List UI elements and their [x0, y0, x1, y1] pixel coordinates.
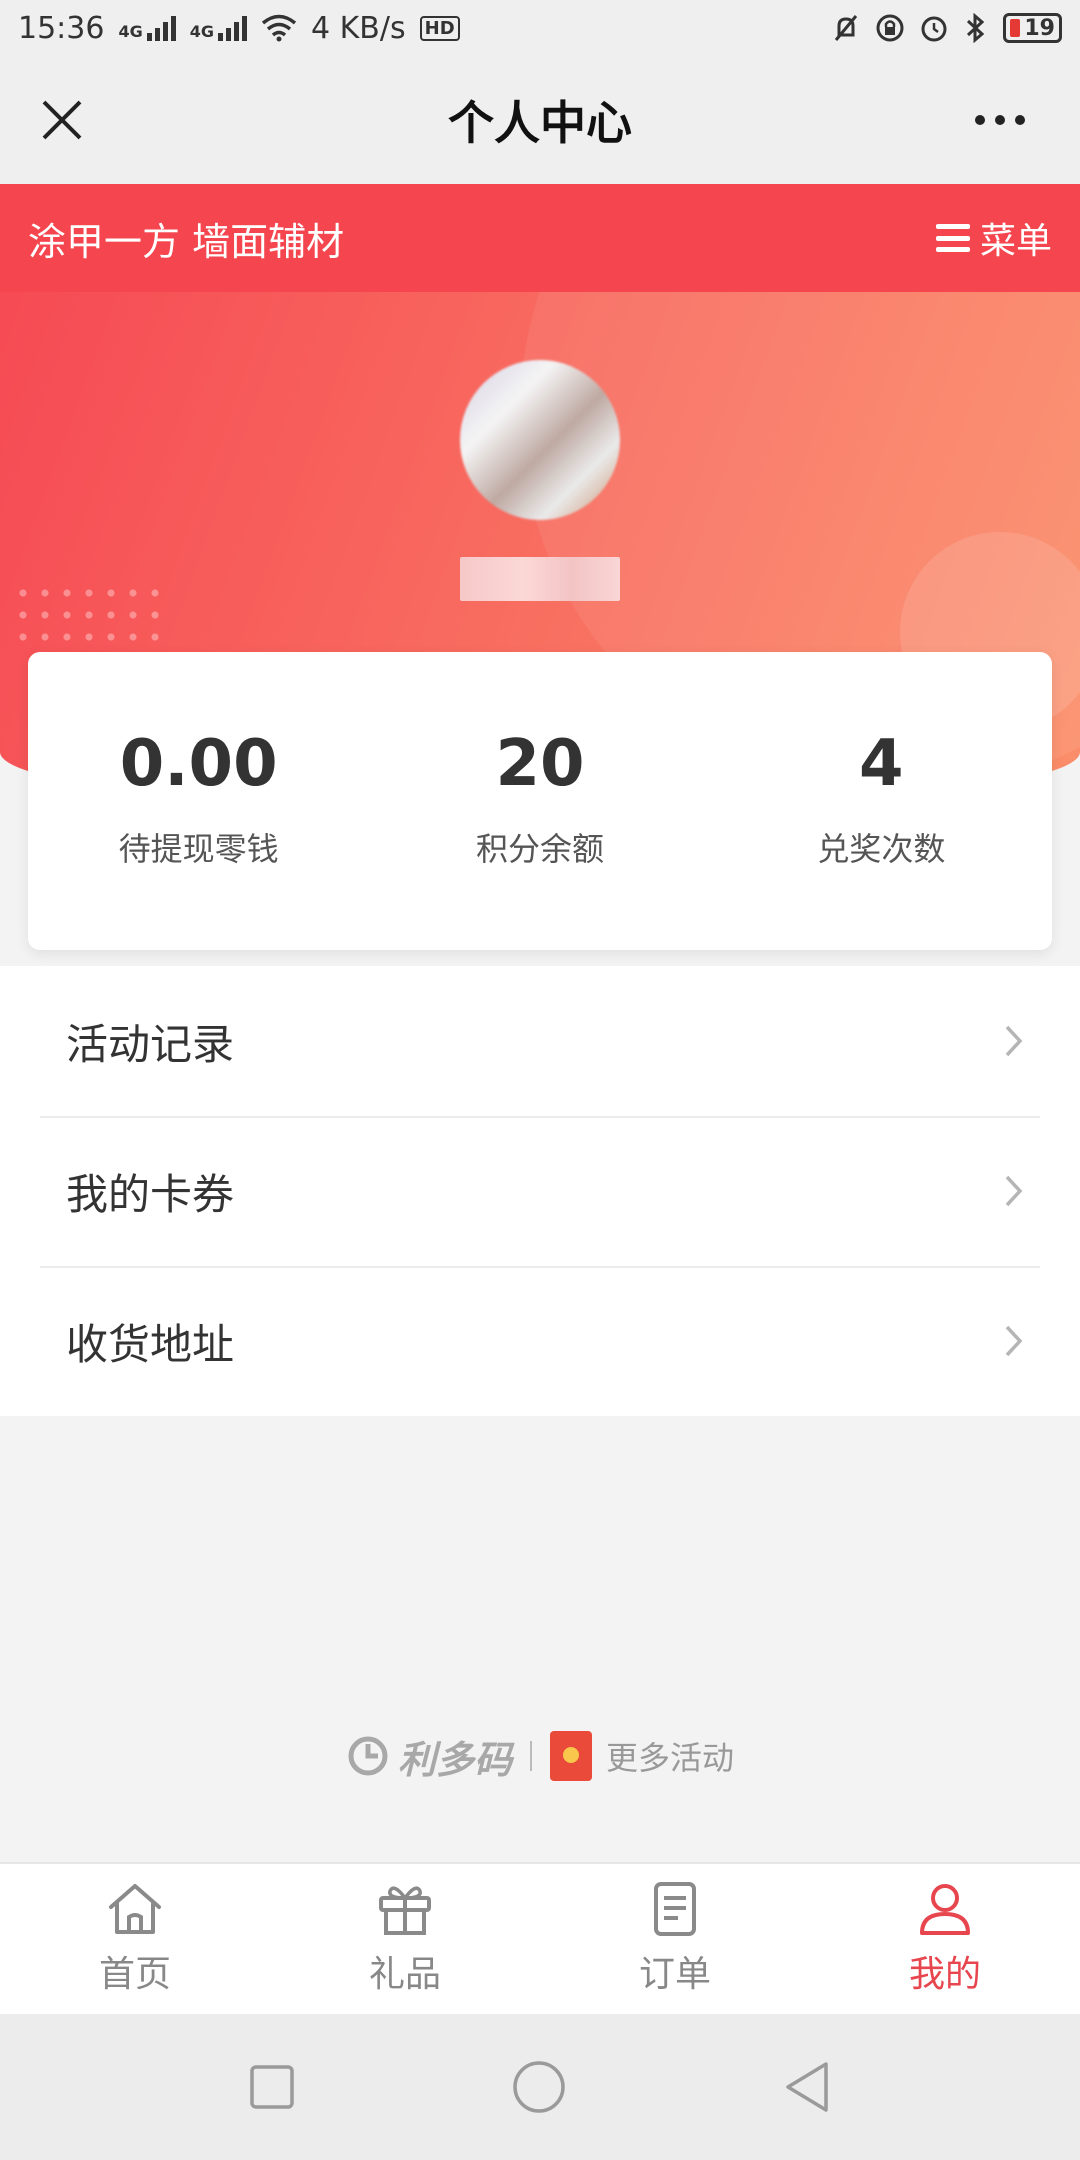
more-dots-icon [975, 115, 1025, 125]
hd-icon: HD [419, 15, 460, 41]
brand-title: 涂甲一方 墙面辅材 [28, 219, 345, 264]
menu-list: 活动记录 我的卡券 收货地址 [0, 966, 1080, 1416]
wifi-icon [261, 14, 297, 42]
tab-gifts[interactable]: 礼品 [270, 1864, 540, 2014]
home-icon [109, 1884, 161, 1934]
close-icon [42, 100, 82, 140]
mute-bell-icon [835, 15, 858, 41]
stat-points[interactable]: 20 积分余额 [369, 652, 710, 950]
status-bar: 15:36 4G 4G 4 KB/s HD 19 [0, 0, 1080, 56]
net-type-1: 4G [118, 22, 143, 41]
lock-rotation-icon [876, 14, 904, 42]
divider [530, 1741, 532, 1771]
menu-item-shipping-address[interactable]: 收货地址 [0, 1266, 1080, 1416]
stat-label: 兑奖次数 [817, 830, 946, 868]
title-bar: 个人中心 [0, 56, 1080, 184]
clock: 15:36 [18, 10, 105, 46]
back-triangle-icon[interactable] [782, 2060, 832, 2114]
chevron-right-icon [1005, 1325, 1023, 1357]
nickname-blurred [460, 557, 620, 601]
hamburger-icon [935, 224, 970, 252]
avatar[interactable] [460, 360, 620, 520]
footer-brand: 利多码 更多活动 [0, 1726, 1080, 1786]
lidoma-brand-text: 利多码 [397, 1737, 512, 1782]
chevron-right-icon [1005, 1175, 1023, 1207]
battery-icon: 19 [1003, 13, 1062, 43]
home-circle-icon[interactable] [511, 2059, 567, 2115]
tab-label: 订单 [638, 1954, 711, 1995]
stat-balance[interactable]: 0.00 待提现零钱 [28, 652, 369, 950]
order-icon [654, 1882, 696, 1936]
recent-apps-icon[interactable] [248, 2063, 296, 2111]
status-left: 15:36 4G 4G 4 KB/s HD [18, 11, 460, 46]
lidoma-logo-icon [348, 1736, 388, 1776]
stats-card: 0.00 待提现零钱 20 积分余额 4 兑奖次数 [28, 652, 1052, 950]
stat-value: 4 [859, 727, 904, 801]
menu-label: 菜单 [979, 221, 1052, 262]
menu-item-label: 收货地址 [66, 1319, 235, 1369]
tab-mine[interactable]: 我的 [810, 1864, 1080, 2014]
stat-value: 20 [495, 727, 585, 801]
menu-item-my-coupons[interactable]: 我的卡券 [0, 1116, 1080, 1266]
bluetooth-icon [967, 13, 985, 43]
tab-orders[interactable]: 订单 [540, 1864, 810, 2014]
tab-bar: 首页 礼品 订单 我的 [0, 1862, 1080, 2014]
lidoma-logo[interactable]: 利多码 [346, 1729, 512, 1784]
gift-icon [379, 1886, 431, 1935]
system-nav-bar [0, 2014, 1080, 2160]
stat-value: 0.00 [119, 727, 278, 801]
menu-item-label: 活动记录 [66, 1019, 235, 1069]
tab-label: 首页 [98, 1954, 171, 1995]
page-title: 个人中心 [448, 96, 632, 150]
battery-level: 19 [1024, 15, 1055, 41]
tab-label: 我的 [908, 1954, 981, 1995]
stat-label: 积分余额 [475, 830, 604, 868]
menu-button[interactable]: 菜单 [935, 212, 1052, 264]
net-speed: 4 KB/s [311, 10, 406, 46]
more-activities-link[interactable]: 更多活动 [550, 1731, 734, 1781]
status-right: 19 [831, 13, 1062, 43]
menu-item-label: 我的卡券 [66, 1169, 235, 1219]
user-icon [920, 1884, 970, 1935]
stat-label: 待提现零钱 [118, 830, 279, 868]
close-button[interactable] [30, 88, 94, 152]
stat-redeem-count[interactable]: 4 兑奖次数 [711, 652, 1052, 950]
alarm-icon [921, 16, 947, 42]
tab-home[interactable]: 首页 [0, 1864, 270, 2014]
signal-icon-1: 4G [118, 15, 176, 41]
tab-label: 礼品 [368, 1954, 441, 1995]
menu-item-activity-records[interactable]: 活动记录 [0, 966, 1080, 1116]
screen: 15:36 4G 4G 4 KB/s HD 19 个人中心 涂甲一方 墙面辅材 … [0, 0, 1080, 2160]
more-options-button[interactable] [964, 96, 1036, 144]
signal-icon-2: 4G [190, 15, 247, 41]
decor-dots [12, 582, 172, 652]
net-type-2: 4G [189, 22, 214, 41]
more-activities-label: 更多活动 [606, 1739, 735, 1777]
chevron-right-icon [1005, 1025, 1023, 1057]
brand-bar: 涂甲一方 墙面辅材 菜单 [0, 184, 1080, 292]
red-envelope-icon [550, 1731, 592, 1781]
